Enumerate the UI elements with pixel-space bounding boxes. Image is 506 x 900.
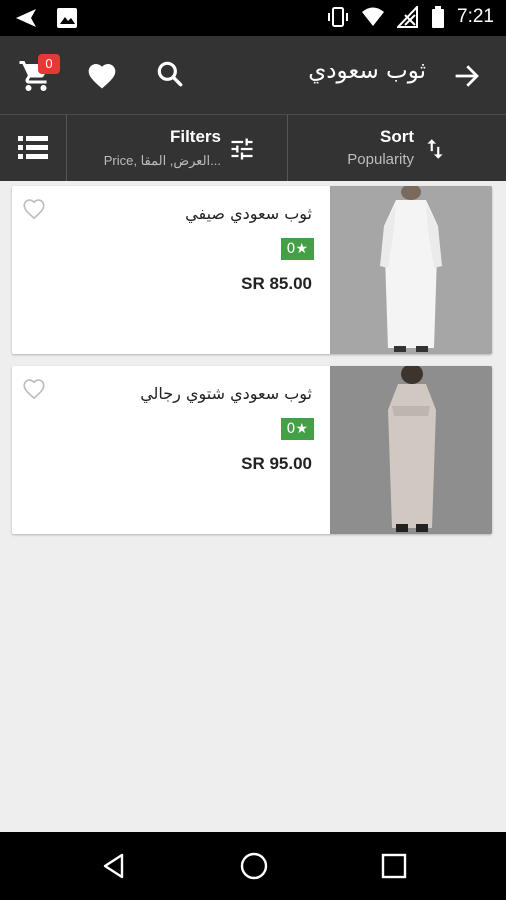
- rating-badge: 0★: [280, 238, 314, 260]
- search-button[interactable]: [154, 58, 186, 90]
- rating-badge: 0★: [280, 418, 314, 440]
- cart-count-badge: 0: [38, 54, 60, 74]
- divider: [287, 115, 288, 181]
- product-title[interactable]: ثوب سعودي شتوي رجالي: [140, 384, 312, 403]
- nav-recents-icon[interactable]: [380, 852, 408, 880]
- product-image[interactable]: [330, 186, 492, 354]
- send-icon: [16, 9, 36, 27]
- heart-outline-icon[interactable]: [20, 376, 48, 402]
- white-thobe-figure: [330, 186, 492, 354]
- sort-label: Sort: [380, 127, 414, 146]
- status-bar: 7:21: [0, 0, 506, 36]
- nav-back-icon[interactable]: [100, 852, 128, 880]
- heart-outline-icon[interactable]: [20, 196, 48, 222]
- sliders-icon: [231, 138, 253, 160]
- clock: 7:21: [457, 6, 494, 27]
- filter-sort-bar: Filters Price, العرض, المقا... Sort Popu…: [0, 114, 506, 181]
- product-card[interactable]: ثوب سعودي صيفي 0★ SR 85.00: [12, 186, 492, 354]
- list-view-toggle[interactable]: [18, 134, 48, 162]
- heart-icon: [88, 64, 116, 89]
- no-signal-icon: [397, 6, 419, 28]
- product-image[interactable]: [330, 366, 492, 534]
- divider: [66, 115, 67, 181]
- product-card[interactable]: ثوب سعودي شتوي رجالي 0★ SR 95.00: [12, 366, 492, 534]
- wishlist-button[interactable]: [86, 60, 118, 92]
- back-button[interactable]: [452, 61, 482, 91]
- nav-home-icon[interactable]: [238, 850, 270, 882]
- product-title[interactable]: ثوب سعودي صيفي: [185, 204, 312, 223]
- app-toolbar: ثوب سعودي: [0, 36, 506, 114]
- product-price: SR 95.00: [241, 454, 312, 473]
- wifi-icon: [362, 7, 385, 26]
- battery-icon: [432, 6, 445, 28]
- sort-arrows-icon: [427, 139, 443, 159]
- filters-summary: Price, العرض, المقا...: [103, 153, 221, 168]
- product-price: SR 85.00: [241, 274, 312, 293]
- arrow-forward-icon: [455, 65, 479, 87]
- sort-value: Popularity: [347, 151, 414, 168]
- page-title: ثوب سعودي: [308, 58, 426, 84]
- image-icon: [57, 8, 77, 28]
- filters-label: Filters: [169, 127, 221, 146]
- grey-thobe-figure: [330, 366, 492, 534]
- search-icon: [157, 61, 183, 87]
- vibrate-icon: [328, 7, 349, 27]
- list-view-icon: [18, 136, 48, 159]
- system-nav-bar: [0, 832, 506, 900]
